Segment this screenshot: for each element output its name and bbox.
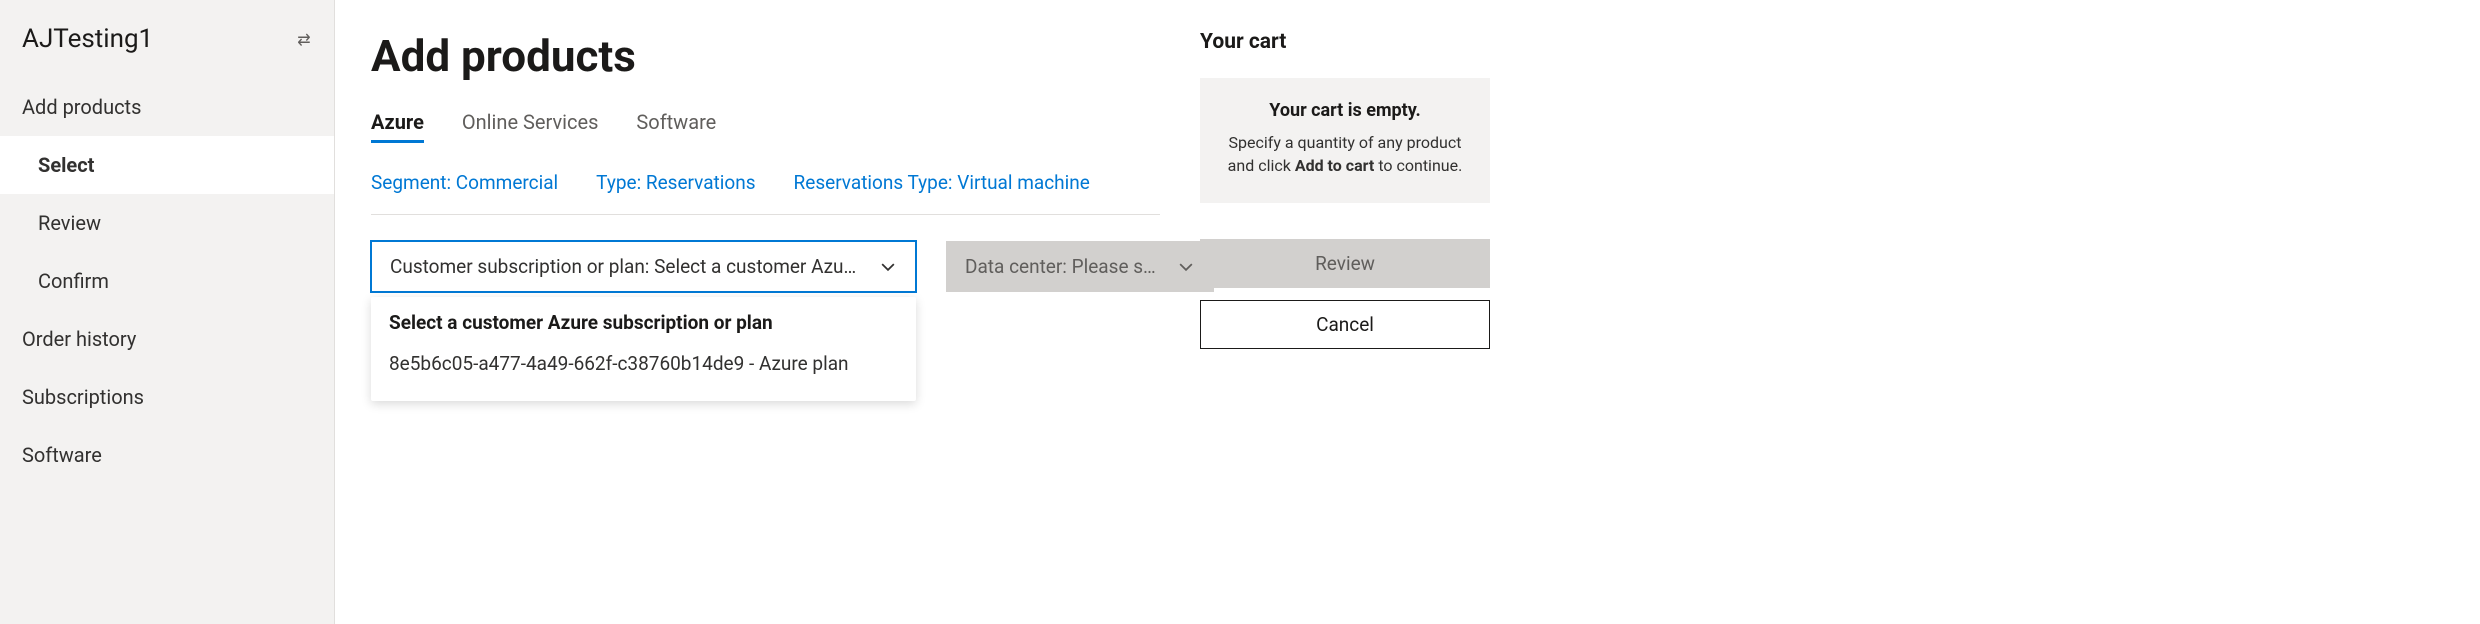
sidebar-item-label: Order history (22, 327, 136, 351)
sidebar-item-label: Select (38, 153, 94, 177)
content: Add products Azure Online Services Softw… (371, 30, 1160, 624)
cart-hint-after: to continue. (1374, 156, 1462, 175)
sidebar-header: AJTesting1 ⇄ (0, 0, 334, 78)
sidebar-item-label: Add products (22, 95, 141, 119)
tab-software[interactable]: Software (636, 110, 716, 143)
subscription-dropdown[interactable]: Customer subscription or plan: Select a … (371, 241, 916, 292)
filters-bar: Segment: Commercial Type: Reservations R… (371, 171, 1160, 215)
filter-reservations-type[interactable]: Reservations Type: Virtual machine (794, 171, 1090, 194)
cancel-button-label: Cancel (1316, 313, 1374, 336)
sidebar-item-add-products[interactable]: Add products (0, 78, 334, 136)
cancel-button[interactable]: Cancel (1200, 300, 1490, 349)
swap-icon[interactable]: ⇄ (294, 29, 314, 49)
cart-empty-text: Your cart is empty. (1218, 100, 1472, 121)
cart-hint-strong: Add to cart (1295, 156, 1375, 175)
sidebar-item-label: Subscriptions (22, 385, 144, 409)
review-button-label: Review (1315, 252, 1375, 275)
filter-type[interactable]: Type: Reservations (596, 171, 755, 194)
subscription-option[interactable]: 8e5b6c05-a477-4a49-662f-c38760b14de9 - A… (389, 346, 898, 381)
tab-label: Software (636, 110, 716, 134)
tab-label: Online Services (462, 110, 599, 134)
cart-hint: Specify a quantity of any product and cl… (1218, 131, 1472, 177)
datacenter-dropdown-label: Data center: Please select (965, 255, 1159, 278)
sidebar-item-confirm[interactable]: Confirm (0, 252, 334, 310)
sidebar-item-select[interactable]: Select (0, 136, 334, 194)
sidebar-item-subscriptions[interactable]: Subscriptions (0, 368, 334, 426)
sidebar-item-software[interactable]: Software (0, 426, 334, 484)
sidebar-item-label: Software (22, 443, 102, 467)
right-fill (1540, 0, 2480, 624)
chevron-down-icon (879, 258, 897, 276)
main: Add products Azure Online Services Softw… (335, 0, 1540, 624)
chevron-down-icon (1177, 258, 1195, 276)
tab-online-services[interactable]: Online Services (462, 110, 599, 143)
tabs: Azure Online Services Software (371, 110, 1160, 143)
subscription-dropdown-menu-heading: Select a customer Azure subscription or … (389, 311, 898, 334)
cart-panel: Your cart Your cart is empty. Specify a … (1200, 30, 1490, 624)
sidebar-item-label: Review (38, 211, 101, 235)
sidebar: AJTesting1 ⇄ Add products Select Review … (0, 0, 335, 624)
sidebar-item-order-history[interactable]: Order history (0, 310, 334, 368)
filter-segment[interactable]: Segment: Commercial (371, 171, 558, 194)
sidebar-item-review[interactable]: Review (0, 194, 334, 252)
tab-azure[interactable]: Azure (371, 110, 424, 143)
sidebar-item-label: Confirm (38, 269, 109, 293)
page-title: Add products (371, 30, 1160, 82)
datacenter-dropdown[interactable]: Data center: Please select (946, 241, 1214, 292)
subscription-dropdown-menu: Select a customer Azure subscription or … (371, 297, 916, 401)
subscription-dropdown-label: Customer subscription or plan: Select a … (390, 255, 861, 278)
cart-title: Your cart (1200, 30, 1490, 54)
selectors-row: Customer subscription or plan: Select a … (371, 241, 1160, 292)
review-button[interactable]: Review (1200, 239, 1490, 288)
cart-empty-box: Your cart is empty. Specify a quantity o… (1200, 78, 1490, 203)
tab-label: Azure (371, 110, 424, 134)
sidebar-title: AJTesting1 (22, 24, 153, 54)
